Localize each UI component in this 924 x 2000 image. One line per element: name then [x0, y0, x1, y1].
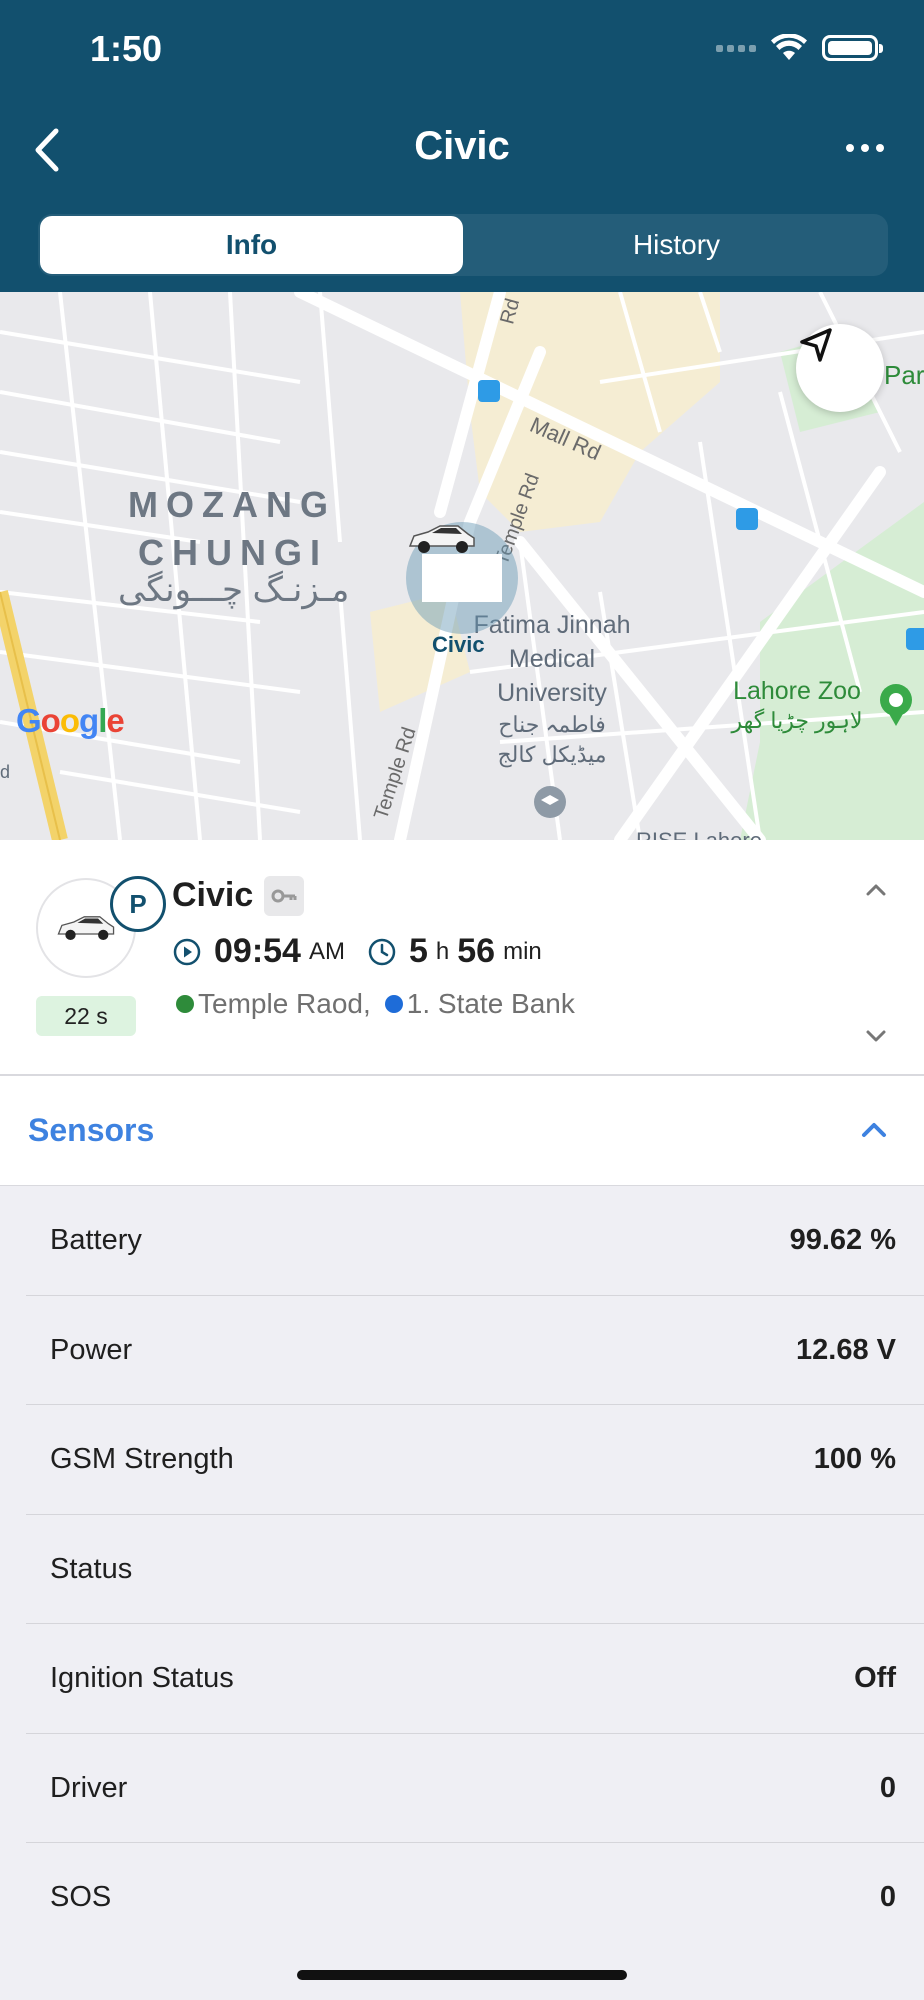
- location-dot-blue: [384, 995, 403, 1013]
- sensor-list: Battery 99.62 % Power 12.68 V GSM Streng…: [0, 1186, 924, 1953]
- sensor-name: Ignition Status: [50, 1662, 234, 1694]
- more-options-button[interactable]: [830, 126, 900, 170]
- duration-hours: 5: [408, 932, 428, 970]
- vehicle-name: Civic: [172, 876, 254, 914]
- logo-letter: G: [16, 702, 42, 739]
- map-district-label-1: MOZANG: [128, 484, 336, 525]
- sensor-value: 100 %: [813, 1443, 896, 1475]
- chevron-down-icon[interactable]: [858, 1018, 894, 1054]
- key-icon: [264, 876, 304, 916]
- parking-status-badge: P: [110, 876, 166, 932]
- sensor-name: Battery: [50, 1224, 142, 1256]
- sensor-value: Off: [854, 1662, 896, 1694]
- sensors-section-header[interactable]: Sensors: [0, 1076, 924, 1186]
- start-time: 09:54: [214, 932, 301, 970]
- chevron-up-icon[interactable]: [854, 1110, 894, 1150]
- sensor-name: GSM Strength: [50, 1443, 234, 1475]
- clock-icon: [368, 938, 396, 965]
- vehicle-map-marker[interactable]: [406, 522, 518, 634]
- duration-minutes-unit: min: [503, 937, 542, 965]
- vehicle-marker-label: Civic: [432, 632, 485, 657]
- sensor-row-sos: SOS 0: [26, 1843, 924, 1953]
- poi-line-3: University: [497, 679, 607, 707]
- car-marker-icon: [408, 525, 502, 602]
- vehicle-time-row: 09:54 AM 5 h 56 min: [172, 932, 542, 971]
- battery-icon: [822, 35, 883, 61]
- last-update-badge: 22 s: [36, 996, 136, 1036]
- ellipsis-icon: [846, 144, 854, 152]
- sensors-title: Sensors: [28, 1112, 155, 1148]
- vehicle-summary-panel[interactable]: P 22 s Civic 09:54 AM 5 h 56 min Temple …: [0, 840, 924, 1076]
- map-edge-label-park: Par: [884, 360, 924, 390]
- sensor-row-gsm-strength: GSM Strength 100 %: [26, 1405, 924, 1515]
- status-bar-time: 1:50: [90, 28, 163, 69]
- duration-minutes: 56: [457, 932, 496, 970]
- sensor-name: Power: [50, 1333, 133, 1366]
- play-circle-icon: [173, 938, 201, 965]
- chevron-up-icon[interactable]: [858, 872, 894, 908]
- sensor-row-driver: Driver 0: [26, 1734, 924, 1843]
- google-logo: Google: [16, 702, 125, 740]
- map-district-urdu-label: مـزنـگ چـــونگی: [118, 571, 350, 609]
- location-2: 1. State Bank: [406, 988, 575, 1019]
- map-edge-label-bottom: RISE Lahore: [636, 828, 762, 840]
- home-indicator[interactable]: [297, 1970, 627, 1980]
- zoo-line-2: لاہور چڑیا گھر: [731, 708, 863, 733]
- map-district-label-2: CHUNGI: [138, 532, 328, 573]
- logo-letter: o: [40, 702, 61, 739]
- sensor-name: Driver: [50, 1771, 128, 1804]
- sensor-row-status: Status: [26, 1515, 924, 1624]
- status-bar-icons: [716, 34, 883, 62]
- start-time-suffix: AM: [308, 937, 345, 965]
- sensor-row-power: Power 12.68 V: [26, 1296, 924, 1405]
- wifi-icon: [771, 34, 807, 60]
- poi-university-label: Fatima Jinnah Medical University فاطمہ ج…: [462, 608, 642, 770]
- zoo-line-1: Lahore Zoo: [733, 677, 861, 705]
- logo-letter: e: [106, 702, 124, 739]
- car-icon: [57, 916, 115, 941]
- sensor-row-ignition-status: Ignition Status Off: [26, 1624, 924, 1734]
- nav-header: 1:50 Civic Info History: [0, 0, 924, 292]
- sensor-name: SOS: [50, 1881, 112, 1913]
- tab-history[interactable]: History: [465, 214, 888, 276]
- chevron-left-icon: [35, 128, 59, 172]
- location-dot-green: [176, 995, 194, 1013]
- sensor-name: Status: [50, 1552, 133, 1585]
- poi-line-4: فاطمہ جناح: [498, 712, 606, 737]
- info-history-segmented-control: Info History: [38, 214, 888, 276]
- location-1: Temple Raod,: [198, 988, 371, 1019]
- tab-info[interactable]: Info: [40, 216, 463, 274]
- map-view[interactable]: MOZANG CHUNGI مـزنـگ چـــونگی Mall Rd Te…: [0, 292, 924, 840]
- vehicle-location-row: Temple Raod, 1. State Bank: [176, 988, 575, 1020]
- sensor-row-battery: Battery 99.62 %: [26, 1186, 924, 1296]
- app-root: 1:50 Civic Info History MOZANG CHUNGI مـ…: [0, 0, 924, 2000]
- sensor-value: 0: [879, 1771, 896, 1804]
- page-title: Civic: [414, 124, 510, 168]
- sensor-value: 0: [879, 1881, 896, 1913]
- sensor-value: 12.68 V: [796, 1333, 896, 1366]
- logo-letter: g: [79, 702, 99, 739]
- recenter-button[interactable]: [796, 324, 884, 412]
- duration-hours-unit: h: [435, 937, 450, 965]
- back-button[interactable]: [22, 120, 72, 180]
- navigation-arrow-icon: [800, 328, 832, 362]
- poi-line-2: Medical: [508, 645, 596, 673]
- poi-zoo-label: Lahore Zoo لاہور چڑیا گھر: [722, 676, 872, 736]
- map-edge-label-left: d: [0, 762, 11, 782]
- cellular-signal-icon: [716, 44, 756, 52]
- poi-line-5: میڈیکل کالج: [497, 742, 607, 767]
- logo-letter: o: [59, 702, 80, 739]
- sensor-value: 99.62 %: [789, 1224, 896, 1256]
